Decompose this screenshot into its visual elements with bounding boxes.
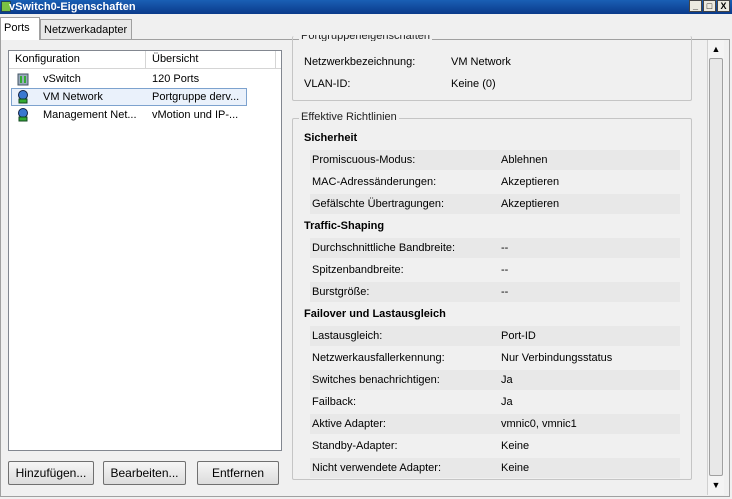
field-label: Switches benachrichtigen: <box>312 374 440 386</box>
section-heading-traffic-shaping: Traffic-Shaping <box>304 220 385 232</box>
port-group-icon <box>18 90 28 104</box>
list-item[interactable]: Management Net... vMotion und IP-... <box>9 106 281 124</box>
column-header-configuration[interactable]: Konfiguration <box>9 51 146 68</box>
list-item-name: VM Network <box>43 91 103 103</box>
vswitch-icon <box>17 73 29 86</box>
field-value: -- <box>501 286 509 298</box>
field-value: Keine <box>501 440 530 452</box>
field-label: Gefälschte Übertragungen: <box>312 198 445 210</box>
scroll-thumb[interactable] <box>709 58 723 476</box>
vertical-scrollbar[interactable]: ▲ ▼ <box>707 40 724 495</box>
list-item[interactable]: VM Network Portgruppe derv... <box>9 88 281 106</box>
field-label: Lastausgleich: <box>312 330 383 342</box>
field-value: Ablehnen <box>501 154 548 166</box>
scroll-up-icon[interactable]: ▲ <box>708 41 724 57</box>
field-value: vmnic0, vmnic1 <box>501 418 577 430</box>
field-value: VM Network <box>451 56 511 68</box>
field-label: VLAN-ID: <box>304 78 351 90</box>
list-item-name: Management Net... <box>43 109 137 121</box>
remove-button[interactable]: Entfernen <box>197 461 279 485</box>
field-value: Akzeptieren <box>501 198 560 210</box>
tab-network-adapters[interactable]: Netzwerkadapter <box>40 19 132 39</box>
field-label: Failback: <box>312 396 357 408</box>
field-label: Netzwerkausfallerkennung: <box>312 352 445 364</box>
list-item-name: vSwitch <box>43 73 81 85</box>
list-item[interactable]: vSwitch 120 Ports <box>9 70 281 88</box>
scroll-down-icon[interactable]: ▼ <box>708 477 724 493</box>
field-value: -- <box>501 264 509 276</box>
list-item-summary: Portgruppe derv... <box>152 91 240 103</box>
field-label: Spitzenbandbreite: <box>312 264 404 276</box>
field-label: Standby-Adapter: <box>312 440 398 452</box>
field-value: Keine <box>501 462 530 474</box>
close-button[interactable]: X <box>717 0 730 12</box>
field-label: Nicht verwendete Adapter: <box>312 462 442 474</box>
list-item-summary: vMotion und IP-... <box>152 109 239 121</box>
edit-button[interactable]: Bearbeiten... <box>103 461 186 485</box>
list-item-summary: 120 Ports <box>152 73 200 85</box>
section-heading-security: Sicherheit <box>304 132 358 144</box>
port-group-icon <box>18 108 28 122</box>
field-label: MAC-Adressänderungen: <box>312 176 437 188</box>
portgroup-properties-title: Portgruppeneigenschaften <box>299 35 433 41</box>
tab-ports[interactable]: Ports <box>0 17 40 40</box>
field-value: -- <box>501 242 509 254</box>
field-value: Akzeptieren <box>501 176 560 188</box>
field-label: Promiscuous-Modus: <box>312 154 416 166</box>
field-label: Netzwerkbezeichnung: <box>304 56 416 68</box>
column-header-summary[interactable]: Übersicht <box>146 51 276 68</box>
section-heading-failover: Failover und Lastausgleich <box>304 308 446 320</box>
field-label: Aktive Adapter: <box>312 418 386 430</box>
effective-policies-title: Effektive Richtlinien <box>299 111 399 123</box>
add-button[interactable]: Hinzufügen... <box>8 461 94 485</box>
field-value: Ja <box>501 396 513 408</box>
field-label: Burstgröße: <box>312 286 370 298</box>
field-value: Port-ID <box>501 330 536 342</box>
title-bar: vSwitch0-Eigenschaften _ □ X <box>0 0 732 14</box>
maximize-button[interactable]: □ <box>703 0 716 12</box>
field-value: Ja <box>501 374 513 386</box>
field-value: Nur Verbindungsstatus <box>501 352 613 364</box>
minimize-button[interactable]: _ <box>689 0 702 12</box>
port-list[interactable]: Konfiguration Übersicht vSwitch 120 Port… <box>8 50 282 451</box>
field-label: Durchschnittliche Bandbreite: <box>312 242 456 254</box>
field-value: Keine (0) <box>451 78 496 90</box>
window-title: vSwitch0-Eigenschaften <box>9 1 136 13</box>
